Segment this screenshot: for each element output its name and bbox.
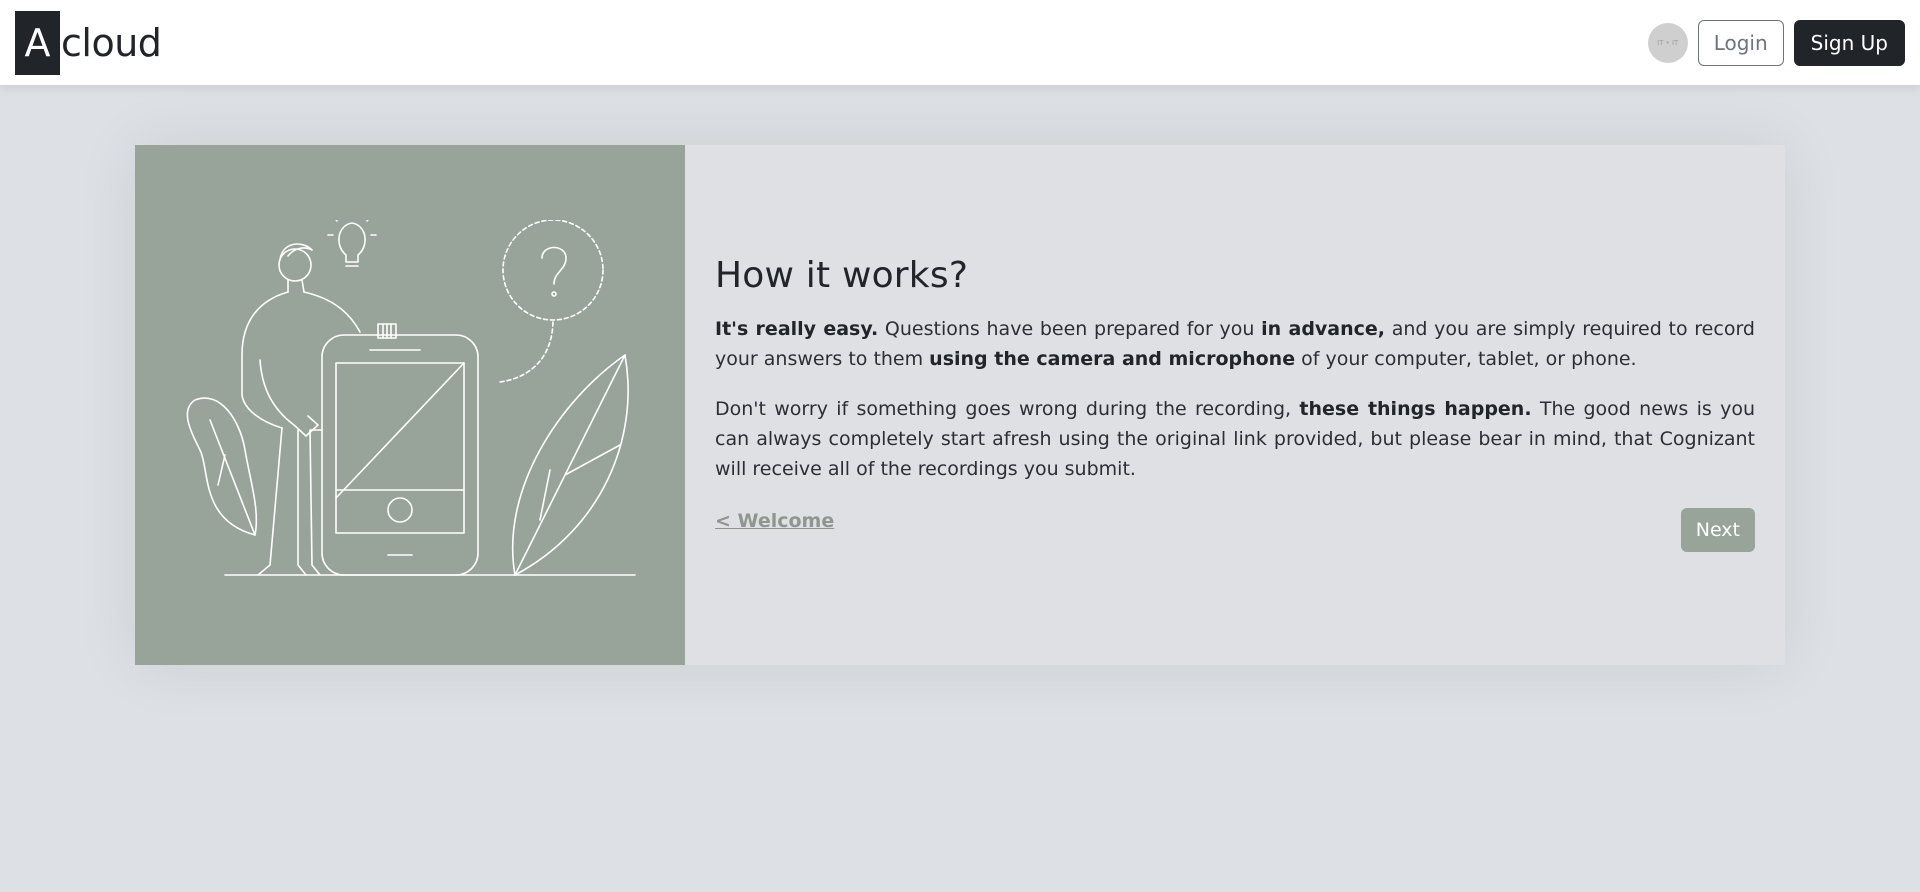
intro-text-1: Questions have been prepared for you: [878, 318, 1262, 340]
top-navbar: A cloud IT • IT Login Sign Up: [0, 0, 1920, 85]
back-to-welcome-link[interactable]: < Welcome: [715, 510, 834, 532]
login-button[interactable]: Login: [1697, 19, 1784, 66]
reassurance-paragraph: Don't worry if something goes wrong duri…: [715, 394, 1755, 484]
page-title: How it works?: [715, 255, 969, 296]
intro-emphasis-3: using the camera and microphone: [929, 348, 1296, 370]
card-content: How it works? It's really easy. Question…: [685, 145, 1785, 665]
illustration-panel: [135, 145, 685, 665]
intro-emphasis-1: It's really easy.: [715, 318, 879, 340]
intro-paragraph: It's really easy. Questions have been pr…: [715, 314, 1755, 374]
language-flag-icon[interactable]: IT • IT: [1647, 22, 1688, 63]
brand-logo-letter: A: [15, 10, 60, 75]
intro-text-3: of your computer, tablet, or phone.: [1295, 348, 1637, 370]
person-with-phone-illustration: [186, 220, 636, 576]
nav-actions: IT • IT Login Sign Up: [1647, 19, 1905, 66]
intro-emphasis-2: in advance,: [1261, 318, 1386, 340]
how-it-works-card: How it works? It's really easy. Question…: [135, 145, 1785, 665]
brand-logo-text: cloud: [61, 20, 162, 65]
next-button[interactable]: Next: [1680, 508, 1755, 552]
brand-logo[interactable]: A cloud: [15, 10, 162, 75]
signup-button[interactable]: Sign Up: [1793, 19, 1905, 66]
reassurance-text-1: Don't worry if something goes wrong duri…: [715, 398, 1300, 420]
reassurance-emphasis: these things happen.: [1299, 398, 1532, 420]
